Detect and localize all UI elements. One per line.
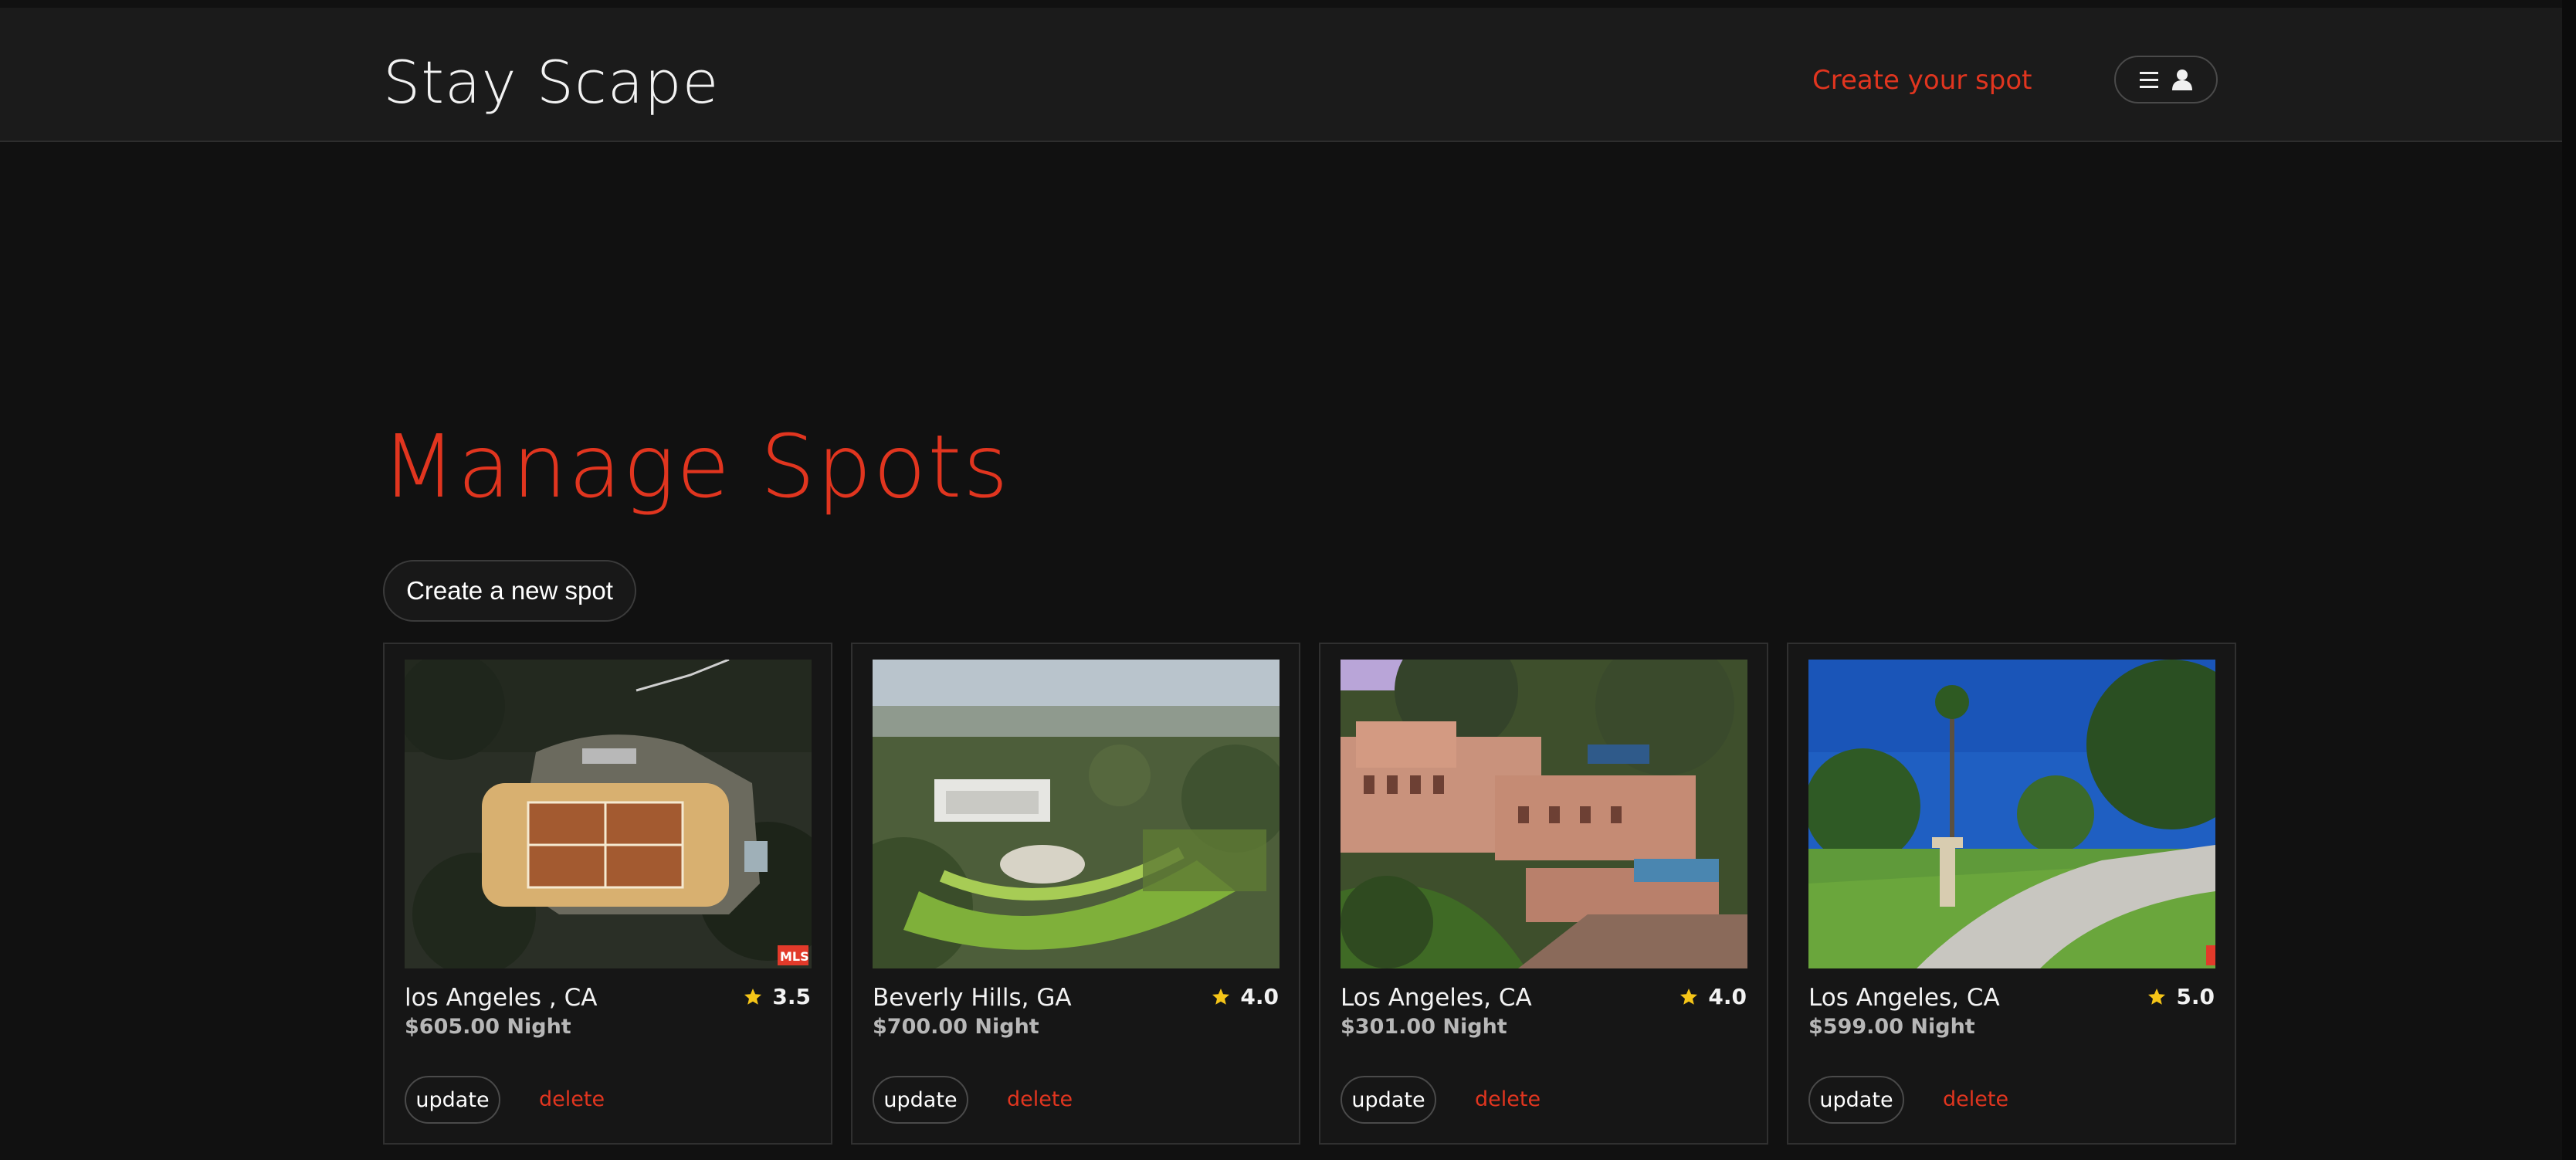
update-button[interactable]: update — [405, 1076, 500, 1124]
price-unit: Night — [974, 1015, 1039, 1039]
user-icon — [2172, 69, 2192, 90]
hamburger-icon — [2140, 71, 2158, 88]
svg-text:MLS: MLS — [780, 949, 809, 964]
rating-value: 4.0 — [1240, 984, 1279, 1009]
spot-price: $599.00 Night — [1808, 1015, 1975, 1039]
spot-location: los Angeles , CA — [405, 984, 598, 1012]
price-unit: Night — [1910, 1015, 1975, 1039]
price-unit: Night — [1442, 1015, 1507, 1039]
create-your-spot-link[interactable]: Create your spot — [1812, 65, 2032, 96]
delete-button[interactable]: delete — [1943, 1087, 2008, 1111]
price-amount: $700.00 — [873, 1015, 968, 1039]
delete-button[interactable]: delete — [1007, 1087, 1073, 1111]
spot-price: $605.00 Night — [405, 1015, 571, 1039]
price-amount: $301.00 — [1341, 1015, 1435, 1039]
spot-image[interactable] — [873, 660, 1280, 968]
spot-rating: 3.5 — [743, 984, 811, 1009]
spot-rating: 5.0 — [2147, 984, 2215, 1009]
spot-card[interactable]: Beverly Hills, GA 4.0 $700.00 Night upda… — [851, 643, 1300, 1145]
spot-image[interactable]: MLS — [405, 660, 812, 968]
update-button[interactable]: update — [1808, 1076, 1904, 1124]
spot-image[interactable] — [1341, 660, 1747, 968]
price-amount: $605.00 — [405, 1015, 500, 1039]
create-new-spot-button[interactable]: Create a new spot — [383, 560, 636, 622]
spot-rating: 4.0 — [1679, 984, 1747, 1009]
update-button[interactable]: update — [1341, 1076, 1436, 1124]
spot-card[interactable]: Los Angeles, CA 4.0 $301.00 Night update… — [1319, 643, 1768, 1145]
spot-rating: 4.0 — [1211, 984, 1279, 1009]
profile-menu-button[interactable] — [2114, 56, 2218, 103]
window-edge — [2562, 0, 2576, 1160]
top-navigation-bar: Stay Scape Create your spot — [0, 8, 2562, 142]
rating-value: 4.0 — [1708, 984, 1747, 1009]
rating-value: 5.0 — [2176, 984, 2215, 1009]
spot-card[interactable]: MLS los Angeles , CA 3.5 $605.00 Night u… — [383, 643, 832, 1145]
star-icon — [1680, 988, 1698, 1005]
spot-price: $301.00 Night — [1341, 1015, 1507, 1039]
delete-button[interactable]: delete — [539, 1087, 605, 1111]
page-title: Manage Spots — [381, 417, 1010, 517]
spot-price: $700.00 Night — [873, 1015, 1039, 1039]
star-icon — [1212, 988, 1230, 1005]
rating-value: 3.5 — [772, 984, 811, 1009]
update-button[interactable]: update — [873, 1076, 968, 1124]
spot-card[interactable]: Los Angeles, CA 5.0 $599.00 Night update… — [1787, 643, 2236, 1145]
delete-button[interactable]: delete — [1475, 1087, 1541, 1111]
spot-location: Los Angeles, CA — [1341, 984, 1532, 1012]
spot-image[interactable] — [1808, 660, 2215, 968]
spot-location: Los Angeles, CA — [1808, 984, 2000, 1012]
spot-location: Beverly Hills, GA — [873, 984, 1072, 1012]
star-icon — [2148, 988, 2166, 1005]
star-icon — [744, 988, 762, 1005]
site-logo[interactable]: Stay Scape — [383, 48, 719, 117]
price-unit: Night — [507, 1015, 571, 1039]
price-amount: $599.00 — [1808, 1015, 1903, 1039]
